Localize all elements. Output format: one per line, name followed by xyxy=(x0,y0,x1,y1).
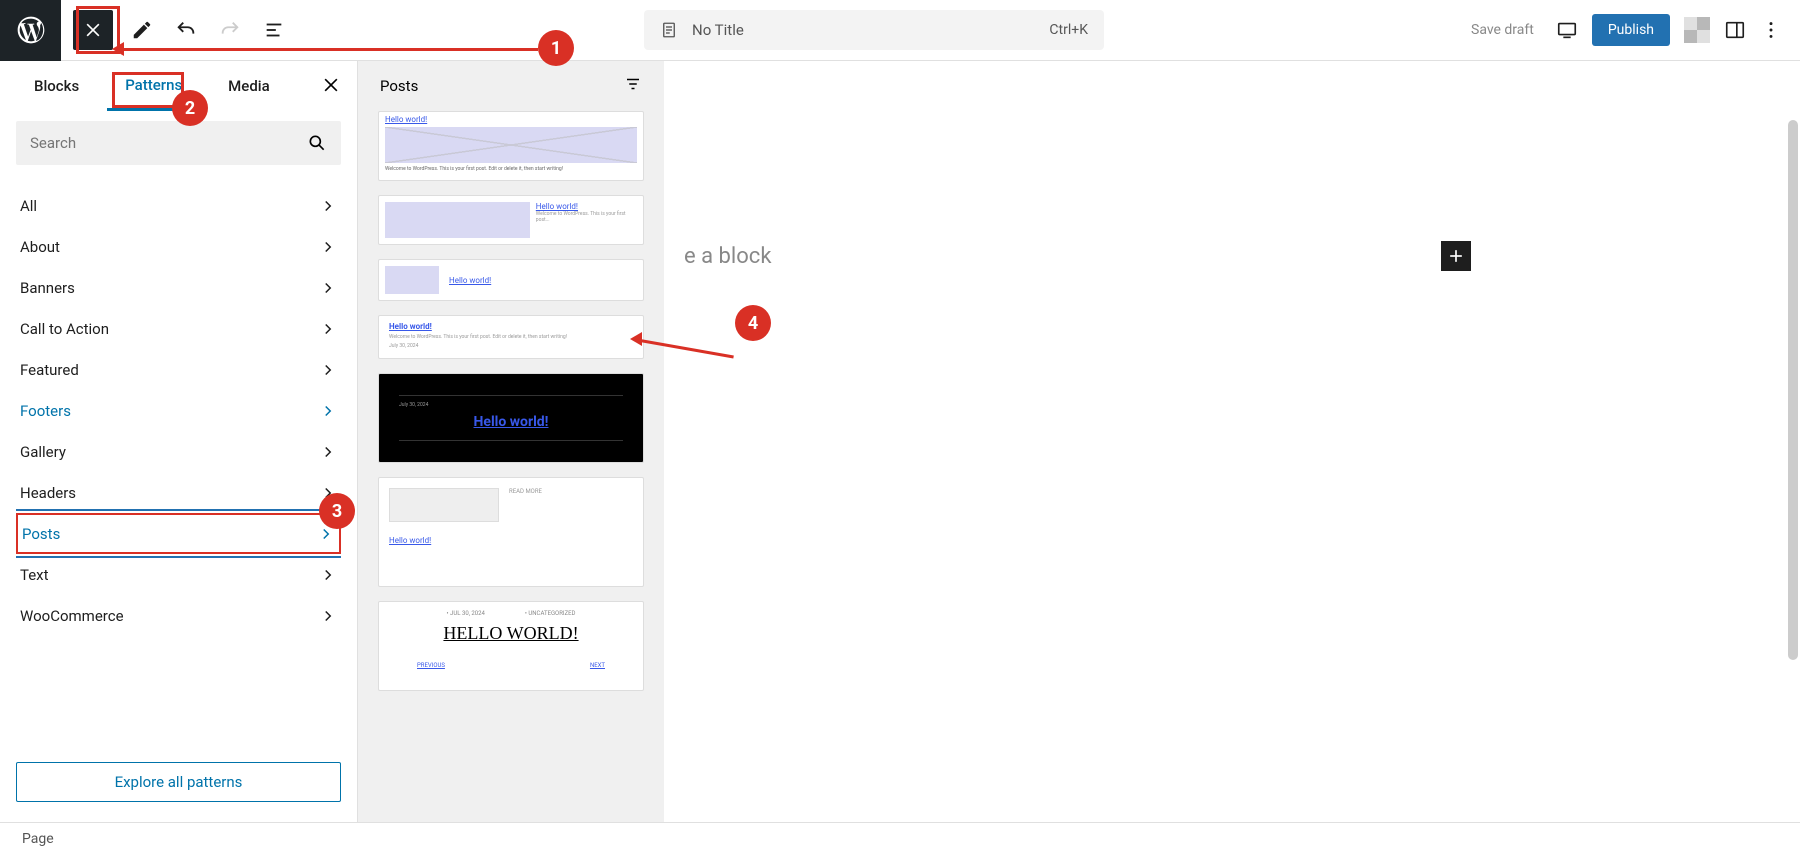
tab-blocks[interactable]: Blocks xyxy=(16,63,97,109)
tab-patterns[interactable]: Patterns xyxy=(107,62,200,111)
top-toolbar: No Title Ctrl+K Save draft Publish xyxy=(0,0,1800,61)
category-banners[interactable]: Banners xyxy=(16,267,341,308)
search-field[interactable] xyxy=(30,134,307,152)
editor-canvas[interactable]: e a block xyxy=(664,61,1800,822)
pattern-preview-6[interactable]: READ MORE Hello world! xyxy=(378,477,644,587)
edit-tool-icon[interactable] xyxy=(131,19,153,41)
chevron-right-icon xyxy=(319,238,337,256)
pattern-preview-4[interactable]: Hello world! Welcome to WordPress. This … xyxy=(378,315,644,359)
undo-icon[interactable] xyxy=(175,19,197,41)
explore-patterns-button[interactable]: Explore all patterns xyxy=(16,762,341,802)
chevron-right-icon xyxy=(319,361,337,379)
page-icon xyxy=(660,21,678,39)
pattern-preview-panel: Posts Hello world! Welcome to WordPress.… xyxy=(358,61,664,822)
pattern-preview-5[interactable]: July 30, 2024 Hello world! xyxy=(378,373,644,463)
chevron-right-icon xyxy=(319,566,337,584)
search-input[interactable] xyxy=(16,121,341,165)
wordpress-logo[interactable] xyxy=(0,0,61,61)
pattern-preview-2[interactable]: Hello world!Welcome to WordPress. This i… xyxy=(378,195,644,245)
chevron-right-icon xyxy=(319,443,337,461)
tab-media[interactable]: Media xyxy=(210,63,288,109)
category-headers[interactable]: Headers xyxy=(16,472,341,513)
category-featured[interactable]: Featured xyxy=(16,349,341,390)
category-footers[interactable]: Footers xyxy=(16,390,341,431)
chevron-right-icon xyxy=(319,320,337,338)
preview-panel-title: Posts xyxy=(380,77,418,95)
category-posts[interactable]: Posts xyxy=(16,513,341,554)
category-cta[interactable]: Call to Action xyxy=(16,308,341,349)
options-icon[interactable] xyxy=(1760,19,1782,41)
publish-button[interactable]: Publish xyxy=(1592,14,1670,46)
add-block-button[interactable] xyxy=(1441,241,1471,271)
pattern-preview-3[interactable]: Hello world! xyxy=(378,259,644,301)
footer-breadcrumb[interactable]: Page xyxy=(22,831,54,847)
chevron-right-icon xyxy=(319,197,337,215)
block-placeholder[interactable]: e a block xyxy=(684,244,771,269)
category-gallery[interactable]: Gallery xyxy=(16,431,341,472)
redo-icon[interactable] xyxy=(219,19,241,41)
pattern-preview-7[interactable]: • JUL 30, 2024• UNCATEGORIZED HELLO WORL… xyxy=(378,601,644,691)
document-overview-icon[interactable] xyxy=(263,19,285,41)
category-all[interactable]: All xyxy=(16,185,341,226)
editor-footer: Page xyxy=(0,822,1800,854)
settings-panel-icon[interactable] xyxy=(1724,19,1746,41)
chevron-right-icon xyxy=(319,484,337,502)
document-title-bar[interactable]: No Title Ctrl+K xyxy=(644,10,1104,50)
chevron-right-icon xyxy=(317,525,335,543)
category-text[interactable]: Text xyxy=(16,554,341,595)
shortcut-hint: Ctrl+K xyxy=(1049,22,1088,38)
category-about[interactable]: About xyxy=(16,226,341,267)
jetpack-icon[interactable] xyxy=(1684,17,1710,43)
document-title: No Title xyxy=(692,21,1035,39)
chevron-right-icon xyxy=(319,402,337,420)
view-icon[interactable] xyxy=(1556,19,1578,41)
chevron-right-icon xyxy=(319,607,337,625)
inserter-sidebar: Blocks Patterns Media All About Banners … xyxy=(0,61,358,822)
search-icon xyxy=(307,133,327,153)
save-draft-button[interactable]: Save draft xyxy=(1463,16,1542,44)
close-inserter-icon[interactable] xyxy=(321,75,341,99)
toggle-inserter-button[interactable] xyxy=(73,10,113,50)
pattern-preview-1[interactable]: Hello world! Welcome to WordPress. This … xyxy=(378,111,644,181)
chevron-right-icon xyxy=(319,279,337,297)
filter-icon[interactable] xyxy=(624,75,642,97)
category-woocommerce[interactable]: WooCommerce xyxy=(16,595,341,636)
